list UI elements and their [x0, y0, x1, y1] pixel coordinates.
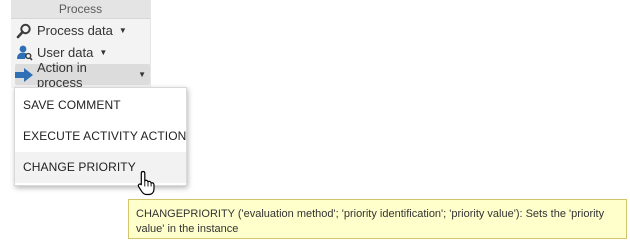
user-data-label: User data [37, 45, 94, 60]
action-in-process-button[interactable]: Action in process ▼ [15, 60, 150, 90]
chevron-down-icon: ▼ [138, 70, 146, 79]
menu-item-execute-activity-action[interactable]: EXECUTE ACTIVITY ACTION [15, 121, 186, 152]
hand-pointer-icon [137, 170, 157, 196]
process-data-button[interactable]: Process data ▼ [15, 20, 131, 41]
process-data-label: Process data [37, 23, 113, 38]
menu-item-change-priority[interactable]: CHANGE PRIORITY [15, 152, 186, 183]
chevron-down-icon: ▼ [99, 48, 108, 57]
arrow-right-icon [15, 66, 33, 84]
menu-item-save-comment[interactable]: SAVE COMMENT [15, 90, 186, 121]
screen: Process Process data ▼ User data ▼ Actio… [0, 0, 630, 245]
magnifier-icon [15, 22, 33, 40]
chevron-down-icon: ▼ [118, 26, 127, 35]
process-ribbon-group: Process Process data ▼ User data ▼ Actio… [11, 0, 151, 90]
function-tooltip: CHANGEPRIORITY ('evaluation method'; 'pr… [128, 199, 627, 239]
user-search-icon [15, 44, 33, 62]
action-in-process-label: Action in process [37, 59, 87, 90]
action-dropdown-menu: SAVE COMMENT EXECUTE ACTIVITY ACTION CHA… [14, 87, 187, 186]
group-title: Process [11, 0, 150, 19]
